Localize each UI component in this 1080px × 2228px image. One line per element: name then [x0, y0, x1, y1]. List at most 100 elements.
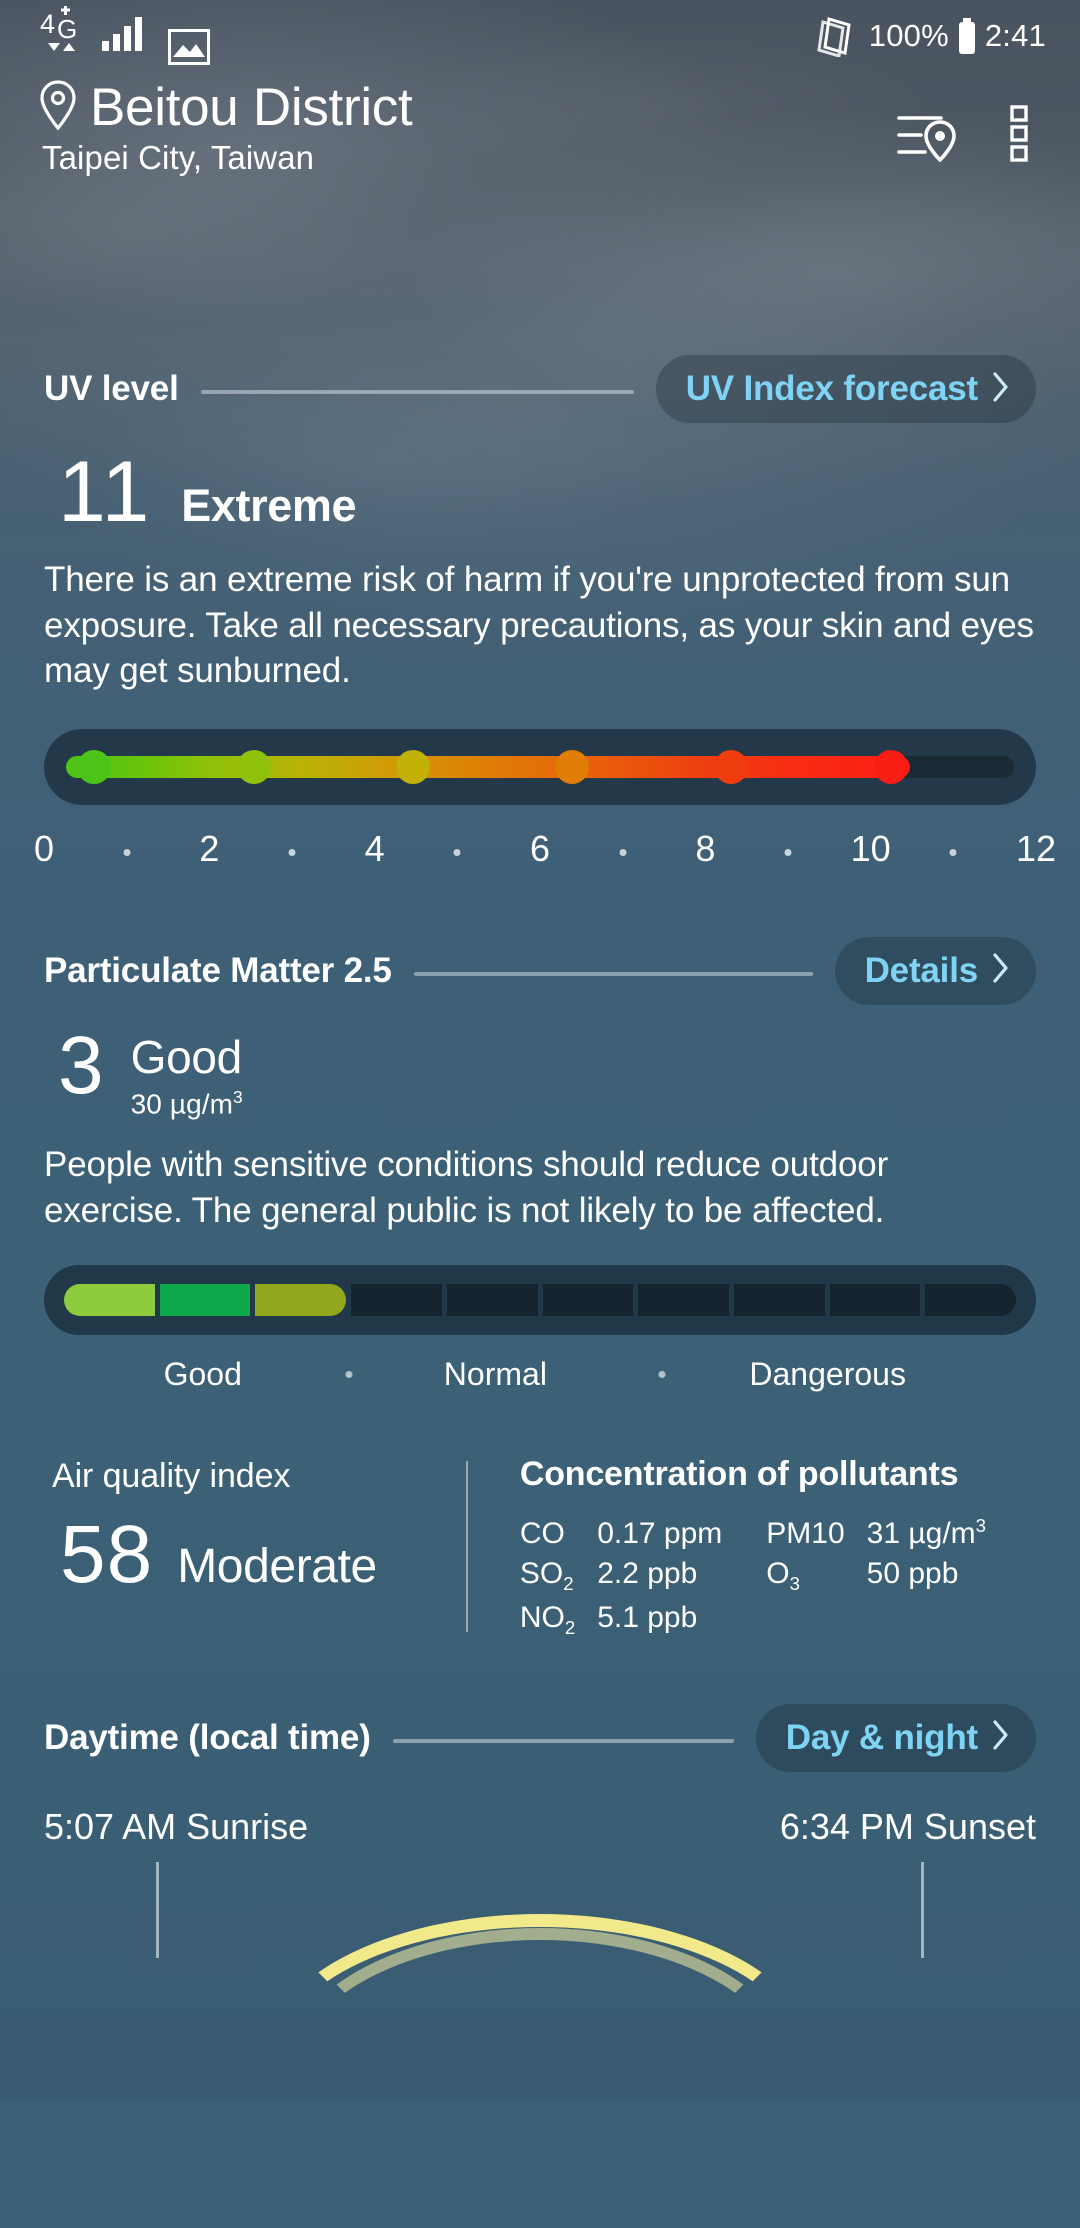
pollutant-row: CO 0.17 ppm PM10 31 µg/m3	[520, 1512, 1030, 1554]
uv-forecast-button[interactable]: UV Index forecast	[655, 355, 1036, 424]
pm25-scale-tick	[345, 1370, 353, 1378]
pollutant-row: SO2 2.2 ppb O3 50 ppb	[520, 1554, 1030, 1598]
sunrise-label: 5:07 AM Sunrise	[44, 1805, 309, 1847]
uv-level-label: Extreme	[181, 480, 357, 532]
uv-scale-tick	[288, 848, 296, 856]
uv-gauge-dot	[714, 749, 749, 784]
uv-scale-label: 12	[1015, 827, 1057, 869]
day-night-button[interactable]: Day & night	[755, 1703, 1036, 1772]
uv-divider-rule	[200, 390, 634, 395]
svg-text:G: G	[57, 14, 77, 44]
pm25-header: Particulate Matter 2.5 Details	[44, 936, 1036, 1005]
pm25-concentration-label: 30 µg/m3	[130, 1087, 243, 1120]
uv-scale-label: 4	[364, 827, 385, 869]
sun-path-arc	[260, 1913, 820, 2214]
chevron-right-icon	[992, 952, 1010, 989]
pollutant-name: NO2	[519, 1600, 576, 1638]
pm25-gauge-segment	[159, 1283, 251, 1316]
pm25-scale-label: Normal	[443, 1356, 547, 1393]
pollutant-row: NO2 5.1 ppb	[520, 1598, 1030, 1642]
uv-scale-label: 8	[695, 827, 716, 869]
uv-gauge-dot	[77, 749, 112, 784]
aqi-title: Air quality index	[52, 1456, 291, 1495]
more-options-icon[interactable]	[1008, 104, 1034, 169]
pollutant-value: 5.1 ppb	[597, 1600, 698, 1634]
daytime-header: Daytime (local time) Day & night	[44, 1703, 1036, 1772]
status-bar-right: 100% 2:41	[815, 15, 1046, 57]
daytime-title: Daytime (local time)	[44, 1717, 371, 1757]
pm25-index-value: 3	[58, 1019, 105, 1111]
battery-percent-label: 100%	[868, 18, 949, 53]
pm25-gauge-segment	[446, 1283, 538, 1316]
battery-icon	[957, 18, 977, 54]
pollutant-value: 50 ppb	[866, 1556, 959, 1590]
aqi-value-row: 58 Moderate	[60, 1508, 466, 1600]
uv-gauge-dot	[395, 749, 430, 784]
pm25-scale-tick	[658, 1370, 666, 1378]
status-bar: 4 G 100% 2:41	[0, 0, 1080, 72]
air-quality-section: Air quality index 58 Moderate Concentrat…	[0, 1455, 1080, 1642]
pm25-description: People with sensitive conditions should …	[44, 1145, 889, 1230]
header-location-block[interactable]: Beitou District Taipei City, Taiwan	[38, 78, 413, 177]
nfc-icon	[815, 15, 859, 57]
header-actions	[896, 104, 1040, 169]
uv-section: UV level UV Index forecast 11 Extreme Th…	[0, 355, 1080, 874]
chevron-right-icon	[992, 1719, 1010, 1756]
uv-gauge-fill	[66, 755, 910, 778]
pm25-level-label: Good	[130, 1030, 243, 1083]
svg-text:4: 4	[40, 9, 55, 39]
day-night-label: Day & night	[785, 1717, 978, 1757]
aqi-value: 58	[60, 1508, 154, 1600]
pollutant-value: 31 µg/m3	[866, 1514, 986, 1550]
uv-scale-tick	[453, 848, 461, 856]
uv-value-row: 11 Extreme	[58, 449, 1036, 535]
pollutant-name: CO	[519, 1516, 565, 1550]
uv-gauge-dot	[236, 749, 271, 784]
pm25-gauge-track	[64, 1283, 1017, 1316]
sun-path-arc-area	[0, 1861, 1080, 1982]
pm25-gauge-segment	[255, 1283, 347, 1316]
pm25-scale-label: Good	[163, 1356, 242, 1393]
pm25-value-details: Good 30 µg/m3	[131, 1027, 243, 1121]
uv-scale-label: 0	[33, 827, 55, 869]
aqi-block: Air quality index 58 Moderate	[52, 1455, 466, 1642]
screenshot-icon	[168, 28, 210, 70]
location-pin-icon	[38, 79, 78, 136]
aqi-level-label: Moderate	[177, 1539, 377, 1593]
pollutant-name: SO2	[519, 1556, 574, 1594]
uv-gauge-dot	[873, 749, 908, 784]
pollutant-name: PM10	[766, 1516, 845, 1550]
pm25-scale-label: Dangerous	[749, 1356, 906, 1393]
sunset-label: 6:34 PM Sunset	[779, 1805, 1036, 1847]
pm25-gauge-segment	[733, 1283, 825, 1316]
pollutant-name	[766, 1598, 866, 1642]
status-bar-left: 4 G	[40, 3, 210, 70]
uv-forecast-label: UV Index forecast	[685, 369, 978, 409]
uv-scale-tick	[949, 848, 957, 856]
uv-scale-labels: 0 2 4 6 8 10 12	[34, 823, 1056, 875]
uv-scale-label: 6	[529, 827, 551, 869]
pollutant-value	[867, 1598, 1030, 1642]
pm25-gauge-segment	[829, 1283, 921, 1316]
location-subtitle: Taipei City, Taiwan	[42, 139, 315, 177]
pollutant-value: 2.2 ppb	[597, 1556, 698, 1590]
pollutants-table: CO 0.17 ppm PM10 31 µg/m3 SO2 2.2 ppb O3 50 ppb…	[520, 1512, 1030, 1642]
pollutants-block: Concentration of pollutants CO 0.17 ppm PM…	[468, 1455, 1030, 1642]
pm25-title: Particulate Matter 2.5	[44, 950, 392, 990]
pm25-details-button[interactable]: Details	[834, 936, 1036, 1005]
network-4g-icon: 4 G	[40, 5, 86, 58]
pm25-scale-labels: Good Normal Dangerous	[44, 1351, 1036, 1399]
pm25-gauge-segment	[925, 1283, 1017, 1316]
uv-title: UV level	[44, 369, 179, 409]
uv-description: There is an extreme risk of harm if you'…	[44, 560, 1034, 690]
uv-gauge-track	[66, 749, 1014, 784]
daytime-section: Daytime (local time) Day & night	[0, 1703, 1080, 1772]
uv-gauge-dot	[555, 749, 590, 784]
pm25-gauge-segment	[64, 1283, 155, 1316]
pm25-gauge-segment	[638, 1283, 729, 1316]
sunset-marker-line	[921, 1861, 924, 1958]
location-list-icon[interactable]	[896, 106, 958, 167]
uv-header: UV level UV Index forecast	[44, 355, 1036, 424]
pollutants-title: Concentration of pollutants	[519, 1454, 959, 1493]
clock-label: 2:41	[984, 18, 1046, 53]
